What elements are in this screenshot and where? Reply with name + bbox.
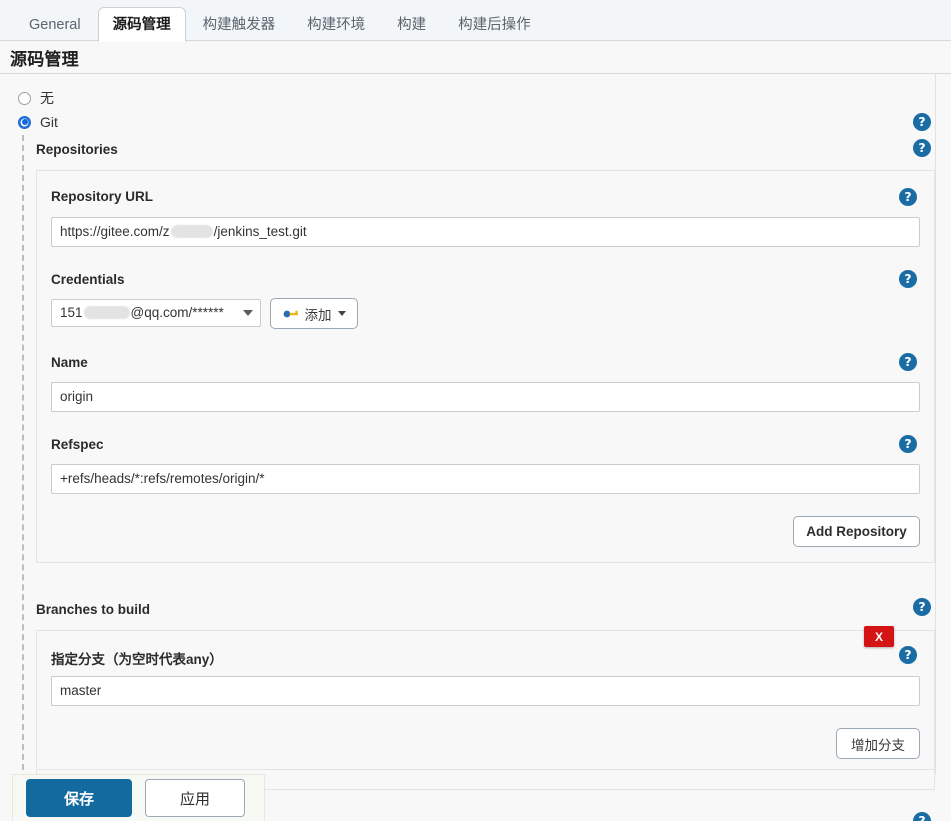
apply-button[interactable]: 应用 — [145, 779, 245, 817]
help-icon-branch-specifier[interactable]: ? — [899, 646, 917, 664]
section-header: 源码管理 — [0, 41, 951, 74]
tab-build-triggers[interactable]: 构建触发器 — [188, 8, 291, 41]
delete-branch-button[interactable]: X — [864, 626, 894, 647]
config-tabbar: General 源码管理 构建触发器 构建环境 构建 构建后操作 — [0, 0, 951, 41]
repository-url-input[interactable]: https://gitee.com/z/jenkins_test.git — [51, 217, 920, 247]
add-branch-button[interactable]: 增加分支 — [836, 728, 920, 759]
form-action-bar: 保存 应用 — [12, 774, 265, 821]
scm-option-git[interactable]: Git — [18, 114, 58, 130]
help-icon-refspec[interactable]: ? — [899, 435, 917, 453]
credentials-value-suffix: @qq.com/****** — [131, 305, 224, 320]
git-section-guide — [22, 135, 24, 800]
add-credentials-label: 添加 — [305, 304, 332, 324]
radio-none[interactable] — [18, 92, 31, 105]
content-column-divider — [935, 74, 936, 774]
key-icon — [283, 308, 299, 320]
scm-option-none-label: 无 — [40, 88, 54, 108]
tab-post-build-actions[interactable]: 构建后操作 — [443, 8, 546, 41]
help-icon-bottom[interactable]: ? — [913, 812, 931, 821]
job-config-page: General 源码管理 构建触发器 构建环境 构建 构建后操作 源码管理 无 … — [0, 0, 951, 821]
credentials-label: Credentials — [51, 272, 125, 287]
branch-specifier-input[interactable]: master — [51, 676, 920, 706]
repository-url-value-prefix: https://gitee.com/z — [60, 218, 170, 246]
refspec-input[interactable]: +refs/heads/*:refs/remotes/origin/* — [51, 464, 920, 494]
help-icon-branches[interactable]: ? — [913, 598, 931, 616]
refspec-label: Refspec — [51, 437, 104, 452]
redacted-username — [171, 225, 213, 238]
tab-scm[interactable]: 源码管理 — [98, 7, 186, 42]
help-icon-credentials[interactable]: ? — [899, 270, 917, 288]
add-repository-button[interactable]: Add Repository — [793, 516, 920, 547]
tab-build[interactable]: 构建 — [382, 8, 441, 41]
help-icon-repository-url[interactable]: ? — [899, 188, 917, 206]
page-title: 源码管理 — [10, 45, 79, 70]
caret-down-icon — [338, 311, 346, 316]
help-icon-name[interactable]: ? — [899, 353, 917, 371]
repositories-group-label: Repositories — [36, 142, 118, 157]
repository-url-label: Repository URL — [51, 189, 153, 204]
tab-general[interactable]: General — [14, 8, 96, 41]
remote-name-input[interactable]: origin — [51, 382, 920, 412]
save-button[interactable]: 保存 — [26, 779, 132, 817]
chevron-down-icon — [243, 310, 253, 316]
repository-url-value-suffix: /jenkins_test.git — [214, 218, 307, 246]
credentials-value-prefix: 151 — [60, 305, 83, 320]
tab-build-environment[interactable]: 构建环境 — [292, 8, 380, 41]
redacted-credential — [84, 306, 130, 319]
radio-git[interactable] — [18, 116, 31, 129]
add-credentials-button[interactable]: 添加 — [270, 298, 358, 329]
help-icon-git[interactable]: ? — [913, 113, 931, 131]
scm-option-none[interactable]: 无 — [18, 88, 54, 108]
help-icon-repositories[interactable]: ? — [913, 139, 931, 157]
remote-name-label: Name — [51, 355, 88, 370]
credentials-select[interactable]: 151 @qq.com/****** — [51, 299, 261, 327]
branches-group-label: Branches to build — [36, 602, 150, 617]
branch-specifier-label: 指定分支（为空时代表any） — [51, 648, 223, 668]
scm-option-git-label: Git — [40, 114, 58, 130]
